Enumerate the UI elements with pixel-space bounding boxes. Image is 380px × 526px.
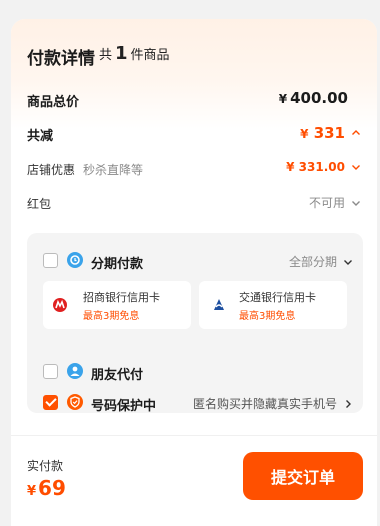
cmb-bank-logo-icon	[53, 298, 67, 312]
friend-pay-checkbox[interactable]	[43, 364, 58, 379]
bank-card-bocom[interactable]: 交通银行信用卡 最高3期免息	[199, 281, 347, 329]
bocom-bank-logo-icon	[214, 299, 224, 310]
store-discount-label: 店铺优惠	[27, 163, 76, 177]
store-discount-amount: ¥ 331.00	[286, 160, 345, 174]
discount-toggle[interactable]: ¥ 331	[300, 124, 361, 142]
paid-label: 实付款	[27, 459, 64, 473]
total-amount: 400.00	[290, 89, 348, 107]
paid-value: 69	[38, 476, 66, 500]
installment-label: 分期付款	[91, 257, 144, 272]
shield-icon	[67, 394, 83, 410]
installment-all-dropdown[interactable]: 全部分期	[289, 253, 353, 270]
payment-details-card: 付款详情 共 1 件商品 商品总价 ¥400.00 共减 ¥ 331 店铺优惠 …	[11, 19, 377, 526]
paid-currency: ¥	[27, 484, 37, 499]
page-title: 付款详情	[27, 49, 95, 69]
privacy-note: 匿名购买并隐藏真实手机号	[192, 397, 337, 411]
discount-amount: 331	[313, 124, 345, 142]
submit-order-button[interactable]: 提交订单	[243, 452, 363, 500]
bank-name: 交通银行信用卡	[239, 291, 316, 304]
total-currency: ¥	[278, 92, 288, 106]
item-count: 共 1 件商品	[99, 43, 170, 64]
bank-card-cmb[interactable]: 招商银行信用卡 最高3期免息	[43, 281, 191, 329]
privacy-checkbox[interactable]	[43, 395, 58, 410]
item-count-prefix: 共	[99, 48, 113, 63]
friend-pay-label: 朋友代付	[91, 368, 144, 383]
redpacket-label: 红包	[27, 197, 52, 211]
installment-all-label: 全部分期	[288, 255, 337, 269]
item-count-suffix: 件商品	[130, 48, 170, 63]
card-header-gradient	[11, 19, 377, 129]
discount-label: 共减	[27, 129, 54, 144]
store-discount-note: 秒杀直降等	[83, 163, 144, 177]
chevron-down-icon	[352, 200, 360, 206]
privacy-label: 号码保护中	[91, 399, 157, 414]
bank-promo: 最高3期免息	[239, 311, 296, 322]
payment-options-box: 分期付款 全部分期 招商银行信用卡 最高3期免息 交通银行信用卡 最高3期免息	[27, 233, 363, 414]
redpacket-value: 不可用	[308, 196, 345, 210]
chevron-down-icon	[352, 165, 360, 170]
footer-divider	[11, 435, 377, 436]
item-count-number: 1	[115, 43, 128, 64]
total-price-value: ¥400.00	[279, 89, 348, 107]
store-discount-value[interactable]: ¥ 331.00	[286, 160, 361, 174]
installment-icon	[67, 252, 83, 268]
bank-name: 招商银行信用卡	[83, 291, 160, 304]
discount-currency: ¥	[300, 127, 309, 141]
privacy-detail-link[interactable]: 匿名购买并隐藏真实手机号	[193, 395, 353, 412]
total-price-label: 商品总价	[27, 95, 80, 110]
installment-checkbox[interactable]	[43, 253, 58, 268]
chevron-right-icon	[346, 399, 351, 408]
paid-amount: ¥69	[27, 476, 66, 500]
friend-pay-icon	[67, 363, 83, 379]
redpacket-selector[interactable]: 不可用	[309, 194, 361, 211]
chevron-up-icon	[352, 130, 360, 135]
bank-promo: 最高3期免息	[83, 311, 140, 322]
chevron-down-icon	[344, 259, 352, 265]
